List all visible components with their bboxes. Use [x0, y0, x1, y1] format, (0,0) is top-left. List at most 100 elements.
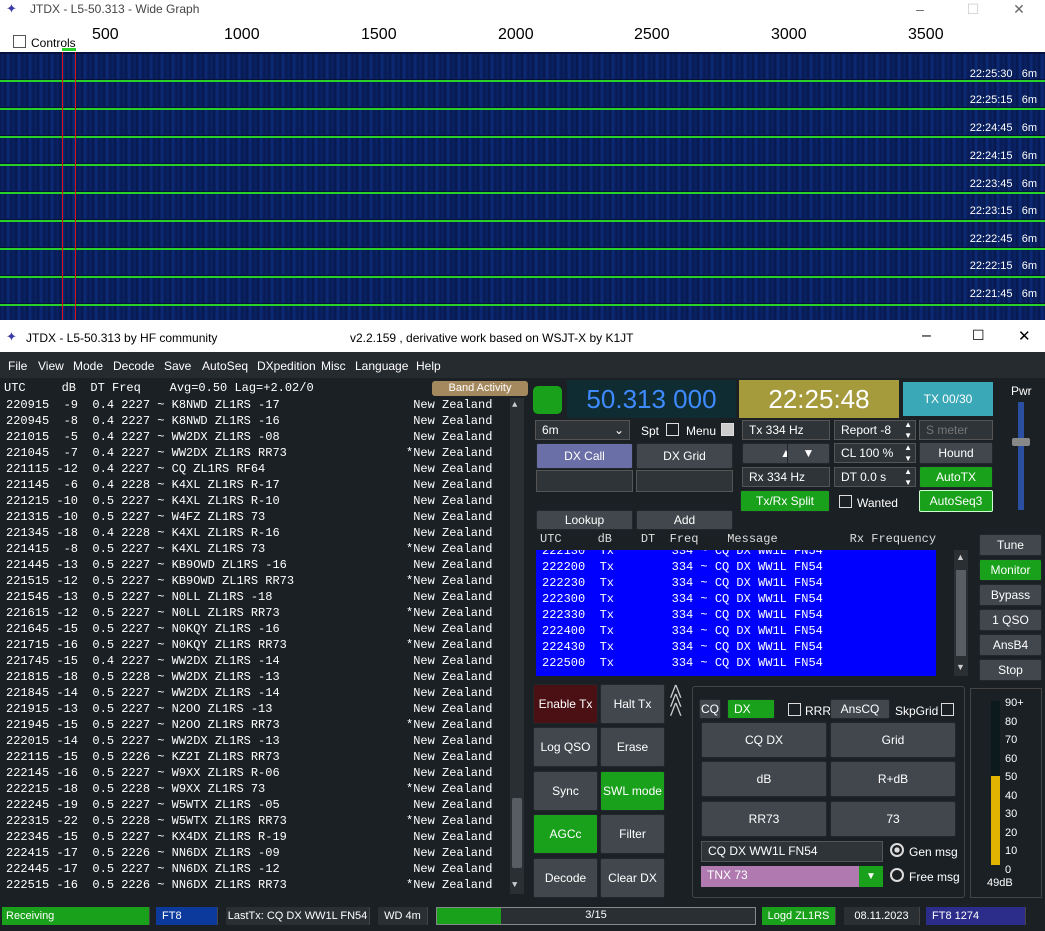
free-msg-radio[interactable]	[890, 868, 904, 882]
decode-row[interactable]: 222345 -15 0.5 2227 ~ KX4DX ZL1RS R-19 N…	[6, 830, 492, 846]
dx-call-input[interactable]	[536, 470, 633, 492]
maximize-icon[interactable]: ☐	[972, 327, 985, 344]
wanted-checkbox[interactable]	[839, 495, 852, 508]
rx-row[interactable]: 222330 Tx 334 ~ CQ DX WW1L FN54	[542, 608, 823, 624]
rx-row[interactable]: 222500 Tx 334 ~ CQ DX WW1L FN54	[542, 656, 823, 672]
monitor-button[interactable]: Monitor	[979, 559, 1042, 581]
menu-checkbox[interactable]	[721, 423, 734, 436]
tx-down-button[interactable]: ▼	[787, 443, 830, 464]
swl-mode-button[interactable]: SWL mode	[600, 771, 665, 811]
decode-row[interactable]: 222415 -17 0.5 2226 ~ NN6DX ZL1RS -09 Ne…	[6, 846, 492, 862]
dx-grid-button[interactable]: DX Grid	[636, 443, 733, 469]
rx-row[interactable]: 222200 Tx 334 ~ CQ DX WW1L FN54	[542, 560, 823, 576]
rx-row[interactable]: 222400 Tx 334 ~ CQ DX WW1L FN54	[542, 624, 823, 640]
decode-list[interactable]: 220915 -9 0.4 2227 ~ K8NWD ZL1RS -17 New…	[0, 398, 510, 898]
decode-row[interactable]: 221415 -8 0.5 2227 ~ K4XL ZL1RS 73 *New Z…	[6, 542, 492, 558]
lookup-button[interactable]: Lookup	[536, 510, 633, 530]
decode-row[interactable]: 222115 -15 0.5 2226 ~ KZ2I ZL1RS RR73 Ne…	[6, 750, 492, 766]
decode-row[interactable]: 221745 -15 0.4 2227 ~ WW2DX ZL1RS -14 Ne…	[6, 654, 492, 670]
tx-rr73-button[interactable]: RR73	[701, 801, 827, 837]
ansb4-button[interactable]: AnsB4	[979, 634, 1042, 656]
tx-cq-dx-button[interactable]: CQ DX	[701, 722, 827, 758]
chevron-down-icon[interactable]: ▼	[859, 866, 883, 887]
menu-save[interactable]: Save	[164, 359, 191, 373]
decode-row[interactable]: 222245 -19 0.5 2227 ~ W5WTX ZL1RS -05 Ne…	[6, 798, 492, 814]
hound-button[interactable]: Hound	[919, 442, 993, 464]
rx-scrollbar[interactable]: ▲ ▼	[954, 550, 968, 676]
swap-arrows-icon[interactable]: ⋀ ⋀ ⋀	[670, 683, 681, 715]
menu-file[interactable]: File	[8, 359, 27, 373]
waterfall-display[interactable]: 22:25:30 6m 22:25:15 6m 22:24:45 6m 22:2…	[0, 52, 1045, 320]
minimize-icon[interactable]: –	[897, 0, 943, 18]
gen-msg-field[interactable]: CQ DX WW1L FN54	[701, 841, 883, 862]
rx-row[interactable]: 222130 Tx 334 ~ CQ DX WW1L FN54	[542, 550, 823, 560]
skpgrid-checkbox[interactable]	[941, 703, 954, 716]
tx-indicator-button[interactable]	[533, 386, 562, 414]
close-icon[interactable]: ✕	[1018, 327, 1031, 345]
scroll-thumb[interactable]	[512, 798, 522, 868]
agcc-button[interactable]: AGCc	[533, 814, 598, 854]
tx-73-button[interactable]: 73	[830, 801, 956, 837]
dx-call-button[interactable]: DX Call	[536, 443, 633, 469]
band-select[interactable]: 6m ⌄	[535, 420, 630, 440]
decode-row[interactable]: 221045 -7 0.4 2227 ~ WW2DX ZL1RS RR73 *Ne…	[6, 446, 492, 462]
dial-frequency[interactable]: 50.313 000	[567, 380, 736, 418]
scroll-up-icon[interactable]: ▲	[956, 552, 965, 562]
enable-tx-button[interactable]: Enable Tx	[533, 684, 598, 724]
tx-db-button[interactable]: dB	[701, 761, 827, 797]
txrx-split-button[interactable]: Tx/Rx Split	[740, 490, 830, 512]
scroll-down-icon[interactable]: ▼	[956, 662, 965, 672]
decode-row[interactable]: 221145 -6 0.4 2228 ~ K4XL ZL1RS R-17 New…	[6, 478, 492, 494]
minimize-icon[interactable]: –	[922, 327, 931, 345]
decode-row[interactable]: 221345 -18 0.4 2228 ~ K4XL ZL1RS R-16 Ne…	[6, 526, 492, 542]
decode-row[interactable]: 221815 -18 0.5 2228 ~ WW2DX ZL1RS -13 Ne…	[6, 670, 492, 686]
maximize-icon[interactable]: ☐	[950, 0, 996, 18]
menu-decode[interactable]: Decode	[113, 359, 154, 373]
bypass-button[interactable]: Bypass	[979, 584, 1042, 606]
autoseq3-button[interactable]: AutoSeq3	[919, 490, 993, 512]
free-msg-field[interactable]: TNX 73	[701, 866, 883, 887]
decode-row[interactable]: 221515 -12 0.5 2227 ~ KB9OWD ZL1RS RR73 *…	[6, 574, 492, 590]
menu-language[interactable]: Language	[355, 359, 408, 373]
cl-spinner[interactable]: CL 100 % ▲ ▼	[834, 443, 916, 463]
erase-button[interactable]: Erase	[600, 727, 665, 767]
gen-msg-radio[interactable]	[890, 843, 904, 857]
rx-row[interactable]: 222300 Tx 334 ~ CQ DX WW1L FN54	[542, 592, 823, 608]
stop-button[interactable]: Stop	[979, 659, 1042, 681]
rx-row[interactable]: 222430 Tx 334 ~ CQ DX WW1L FN54	[542, 640, 823, 656]
tx-rdb-button[interactable]: R+dB	[830, 761, 956, 797]
cq-button[interactable]: CQ	[699, 699, 721, 719]
decode-row[interactable]: 221115 -12 0.4 2227 ~ CQ ZL1RS RF64 New …	[6, 462, 492, 478]
halt-tx-button[interactable]: Halt Tx	[600, 684, 665, 724]
decode-row[interactable]: 221945 -15 0.5 2227 ~ N2OO ZL1RS RR73 *Ne…	[6, 718, 492, 734]
menu-autoseq[interactable]: AutoSeq	[202, 359, 248, 373]
rrr-checkbox[interactable]	[788, 703, 801, 716]
add-button[interactable]: Add	[636, 510, 733, 530]
scroll-thumb[interactable]	[956, 570, 966, 656]
autotx-button[interactable]: AutoTX	[919, 466, 993, 488]
menu-dxpedition[interactable]: DXpedition	[257, 359, 316, 373]
decode-row[interactable]: 222015 -14 0.5 2227 ~ WW2DX ZL1RS -13 Ne…	[6, 734, 492, 750]
menu-mode[interactable]: Mode	[73, 359, 103, 373]
clear-dx-button[interactable]: Clear DX	[600, 858, 665, 898]
decode-row[interactable]: 221545 -13 0.5 2227 ~ N0LL ZL1RS -18 New…	[6, 590, 492, 606]
one-qso-button[interactable]: 1 QSO	[979, 609, 1042, 631]
pwr-slider-track[interactable]	[1012, 402, 1030, 510]
tune-button[interactable]: Tune	[979, 534, 1042, 556]
decode-row[interactable]: 222515 -16 0.5 2226 ~ NN6DX ZL1RS RR73 *N…	[6, 878, 492, 894]
decode-row[interactable]: 221645 -15 0.5 2227 ~ N0KQY ZL1RS -16 Ne…	[6, 622, 492, 638]
scroll-up-icon[interactable]: ▲	[512, 400, 517, 410]
decode-row[interactable]: 220945 -8 0.4 2227 ~ K8NWD ZL1RS -16 New…	[6, 414, 492, 430]
menu-view[interactable]: View	[38, 359, 64, 373]
menu-help[interactable]: Help	[416, 359, 441, 373]
dx-grid-input[interactable]	[636, 470, 733, 492]
decode-row[interactable]: 222315 -22 0.5 2228 ~ W5WTX ZL1RS RR73 *N…	[6, 814, 492, 830]
decode-button[interactable]: Decode	[533, 858, 598, 898]
decode-row[interactable]: 221315 -10 0.5 2227 ~ W4FZ ZL1RS 73 New …	[6, 510, 492, 526]
report-spinner[interactable]: Report -8 ▲ ▼	[834, 420, 916, 440]
decode-row[interactable]: 221615 -12 0.5 2227 ~ N0LL ZL1RS RR73 *Ne…	[6, 606, 492, 622]
dx-button[interactable]: DX	[727, 699, 775, 719]
decode-row[interactable]: 222215 -18 0.5 2228 ~ W9XX ZL1RS 73 *New …	[6, 782, 492, 798]
decode-row[interactable]: 220915 -9 0.4 2227 ~ K8NWD ZL1RS -17 New…	[6, 398, 492, 414]
controls-checkbox[interactable]	[13, 35, 26, 48]
